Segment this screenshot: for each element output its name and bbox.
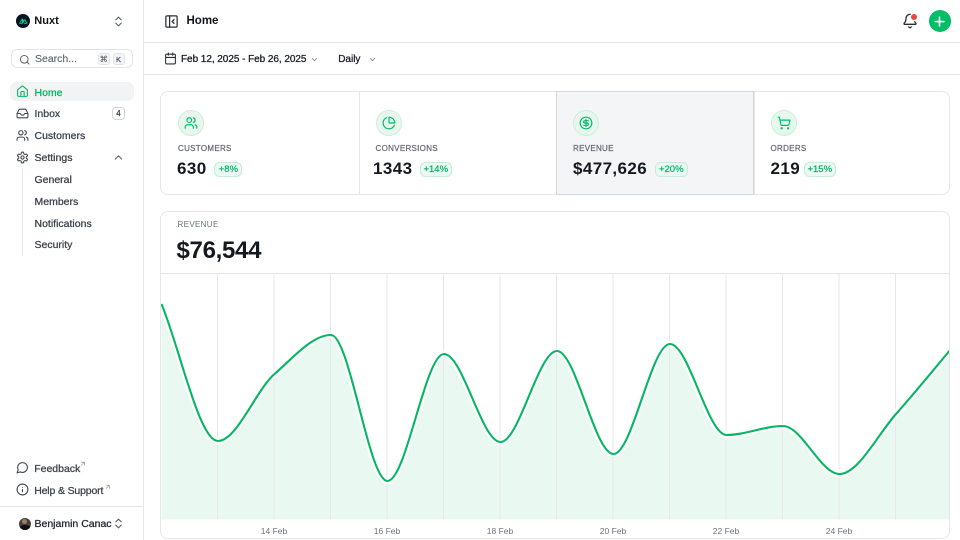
svg-text:22 Feb: 22 Feb xyxy=(713,526,740,536)
svg-text:16 Feb: 16 Feb xyxy=(374,526,401,536)
svg-text:24 Feb: 24 Feb xyxy=(826,526,853,536)
svg-text:20 Feb: 20 Feb xyxy=(600,526,627,536)
svg-text:14 Feb: 14 Feb xyxy=(261,526,288,536)
svg-text:18 Feb: 18 Feb xyxy=(487,526,514,536)
